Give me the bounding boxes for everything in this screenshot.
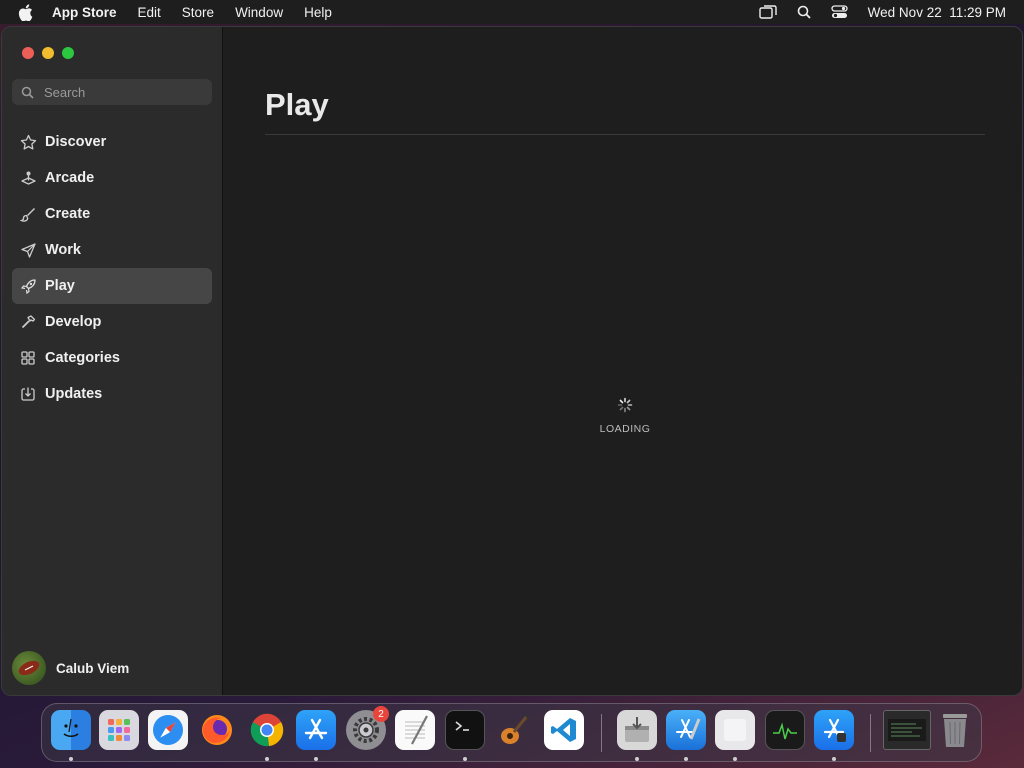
menu-edit[interactable]: Edit bbox=[138, 5, 161, 20]
sidebar-item-develop[interactable]: Develop bbox=[12, 304, 212, 340]
dock-separator bbox=[601, 714, 602, 752]
control-center-icon[interactable] bbox=[831, 5, 848, 19]
notification-badge: 2 bbox=[373, 706, 389, 722]
sidebar-item-label: Arcade bbox=[45, 170, 95, 186]
safari-icon[interactable] bbox=[148, 710, 188, 750]
avatar[interactable] bbox=[12, 651, 46, 685]
sidebar-item-label: Develop bbox=[45, 314, 102, 330]
simulator-icon[interactable] bbox=[814, 710, 854, 750]
sidebar-item-discover[interactable]: Discover bbox=[12, 124, 212, 160]
main-content: Play LOADING bbox=[223, 27, 1022, 695]
preview-icon[interactable] bbox=[715, 710, 755, 750]
hammer-icon bbox=[19, 313, 37, 331]
rocket-icon bbox=[19, 277, 37, 295]
menu-app-name[interactable]: App Store bbox=[52, 5, 117, 20]
maximize-button[interactable] bbox=[62, 47, 74, 59]
title-divider bbox=[265, 134, 985, 135]
grid-icon bbox=[19, 349, 37, 367]
menu-help[interactable]: Help bbox=[304, 5, 332, 20]
search-field[interactable] bbox=[12, 79, 212, 105]
menu-store[interactable]: Store bbox=[182, 5, 214, 20]
vscode-icon[interactable] bbox=[544, 710, 584, 750]
sidebar-item-create[interactable]: Create bbox=[12, 196, 212, 232]
running-indicator bbox=[733, 757, 737, 761]
menu-bar: App Store Edit Store Window Help Wed Nov… bbox=[0, 0, 1024, 24]
paper-plane-icon bbox=[19, 241, 37, 259]
menu-clock[interactable]: Wed Nov 22 11:29 PM bbox=[868, 5, 1006, 20]
user-account[interactable]: Calub Viem bbox=[12, 651, 129, 685]
sidebar-item-work[interactable]: Work bbox=[12, 232, 212, 268]
search-input[interactable] bbox=[42, 83, 196, 101]
search-icon bbox=[21, 86, 34, 99]
app-store-window: Discover Arcade Create Work bbox=[1, 26, 1023, 696]
sidebar-item-categories[interactable]: Categories bbox=[12, 340, 212, 376]
download-icon bbox=[19, 385, 37, 403]
sidebar-item-updates[interactable]: Updates bbox=[12, 376, 212, 412]
loading-text: LOADING bbox=[599, 423, 651, 435]
joystick-icon bbox=[19, 169, 37, 187]
running-indicator bbox=[832, 757, 836, 761]
page-title: Play bbox=[265, 87, 329, 122]
minimize-button[interactable] bbox=[42, 47, 54, 59]
activity-monitor-icon[interactable] bbox=[765, 710, 805, 750]
apple-icon[interactable] bbox=[18, 3, 34, 21]
screen-mirroring-icon[interactable] bbox=[758, 5, 777, 19]
sidebar-item-label: Work bbox=[45, 242, 81, 258]
sidebar-item-label: Create bbox=[45, 206, 91, 222]
sidebar-item-arcade[interactable]: Arcade bbox=[12, 160, 212, 196]
garageband-icon[interactable] bbox=[494, 710, 534, 750]
sidebar: Discover Arcade Create Work bbox=[2, 27, 223, 695]
recent-window-thumbnail[interactable] bbox=[883, 710, 931, 750]
user-name: Calub Viem bbox=[56, 660, 130, 676]
terminal-icon[interactable] bbox=[445, 710, 485, 750]
dock-separator bbox=[870, 714, 871, 752]
sidebar-item-play[interactable]: Play bbox=[12, 268, 212, 304]
running-indicator bbox=[69, 757, 73, 761]
football-icon bbox=[18, 660, 40, 676]
star-icon bbox=[19, 133, 37, 151]
loading-indicator: LOADING bbox=[593, 397, 657, 437]
xcode-icon[interactable] bbox=[666, 710, 706, 750]
firefox-icon[interactable] bbox=[197, 710, 237, 750]
window-controls bbox=[22, 47, 74, 59]
running-indicator bbox=[265, 757, 269, 761]
trash-icon[interactable] bbox=[935, 710, 975, 750]
textedit-icon[interactable] bbox=[395, 710, 435, 750]
menu-window[interactable]: Window bbox=[235, 5, 283, 20]
launchpad-icon[interactable] bbox=[99, 710, 139, 750]
spinner-icon bbox=[617, 397, 633, 413]
finder-icon[interactable] bbox=[51, 710, 91, 750]
installer-icon[interactable] bbox=[617, 710, 657, 750]
sidebar-item-label: Discover bbox=[45, 134, 107, 150]
brush-icon bbox=[19, 205, 37, 223]
running-indicator bbox=[684, 757, 688, 761]
spotlight-search-icon[interactable] bbox=[797, 5, 811, 19]
running-indicator bbox=[314, 757, 318, 761]
dock: 2 bbox=[41, 703, 982, 762]
system-settings-icon[interactable]: 2 bbox=[346, 706, 389, 750]
chrome-icon[interactable] bbox=[247, 710, 287, 750]
sidebar-nav: Discover Arcade Create Work Play Develop… bbox=[12, 124, 212, 412]
sidebar-item-label: Updates bbox=[45, 386, 103, 402]
app-store-icon[interactable] bbox=[296, 710, 336, 750]
sidebar-item-label: Categories bbox=[45, 350, 120, 366]
close-button[interactable] bbox=[22, 47, 34, 59]
sidebar-item-label: Play bbox=[45, 278, 75, 294]
running-indicator bbox=[463, 757, 467, 761]
running-indicator bbox=[635, 757, 639, 761]
